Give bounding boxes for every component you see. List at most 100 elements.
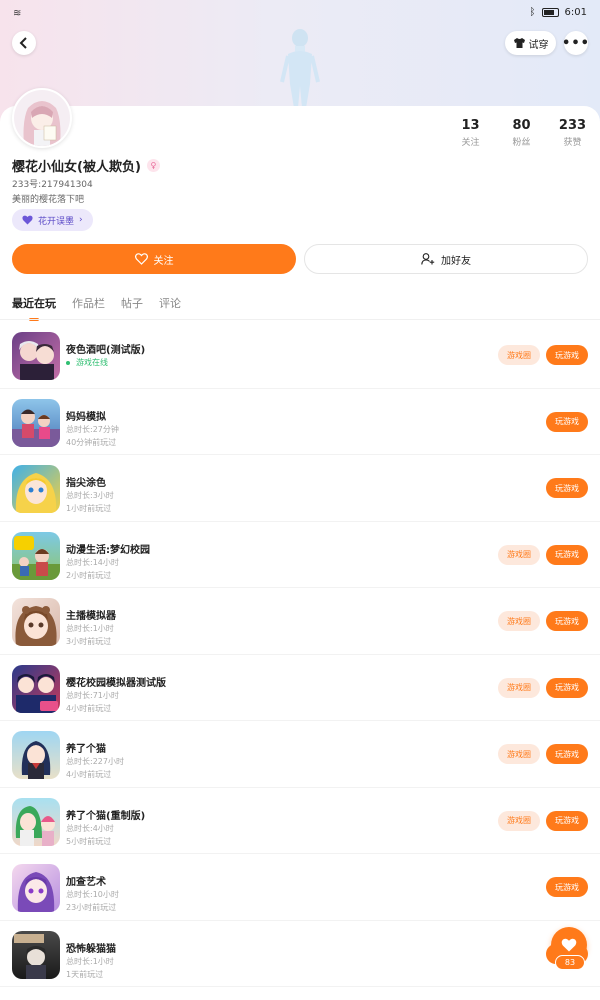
game-duration: 总时长:227小时 xyxy=(66,757,124,766)
profile-stats: 13 关注 80 粉丝 233 获赞 xyxy=(445,118,598,148)
tryon-button[interactable]: 试穿 xyxy=(505,31,556,55)
game-duration: 总时长:27分钟 xyxy=(66,424,119,434)
game-item[interactable]: 指尖涂色 总时长:3小时 1小时前玩过 玩游戏 xyxy=(0,455,600,522)
game-last-played: 3小时前玩过 xyxy=(66,637,112,646)
follow-button[interactable]: 关注 xyxy=(12,244,296,274)
play-game-button[interactable]: 玩游戏 xyxy=(546,478,588,498)
game-circle-button[interactable]: 游戏圈 xyxy=(498,744,540,764)
back-button[interactable] xyxy=(12,31,36,55)
stat-likes-label: 获赞 xyxy=(563,138,582,148)
game-name: 主播模拟器 xyxy=(66,611,116,622)
tabs-divider xyxy=(0,319,600,320)
game-name: 樱花校园模拟器测试版 xyxy=(66,677,166,689)
add-friend-button[interactable]: 加好友 xyxy=(304,244,588,274)
stat-following[interactable]: 13 关注 xyxy=(445,118,496,148)
chevron-right-icon: › xyxy=(79,215,83,225)
add-user-icon xyxy=(421,253,435,265)
game-circle-button[interactable]: 游戏圈 xyxy=(498,810,540,831)
game-icon xyxy=(12,731,60,779)
more-button[interactable]: ••• xyxy=(562,31,589,55)
honor-badge[interactable]: 花开误墨 › xyxy=(12,209,93,231)
like-count-badge: 83 xyxy=(555,955,585,970)
game-icon xyxy=(12,398,60,447)
game-icon-art xyxy=(16,673,58,713)
status-time: 6:01 xyxy=(564,7,587,18)
game-item[interactable]: 恐怖躲猫猫 总时长:1小时1天前玩过 玩游戏 xyxy=(0,921,600,987)
game-name: 加查艺术 xyxy=(66,877,106,888)
game-icon-art xyxy=(12,535,60,580)
game-icon-art xyxy=(15,805,55,846)
play-game-button[interactable]: 玩游戏 xyxy=(546,677,588,698)
play-game-button[interactable]: 玩游戏 xyxy=(546,544,588,565)
game-item[interactable]: 夜色酒吧(测试版) 游戏在线 游戏圈 玩游戏 xyxy=(0,322,600,389)
play-game-button[interactable]: 玩游戏 xyxy=(546,411,588,432)
game-duration: 总时长:1小时 xyxy=(66,624,114,633)
game-icon-art xyxy=(15,473,57,513)
game-icon-art xyxy=(21,741,51,779)
status-bar: ≋ ᛒ 6:01 xyxy=(0,0,600,28)
follow-heart-icon xyxy=(134,253,148,265)
game-icon xyxy=(12,332,60,380)
stat-fans[interactable]: 80 粉丝 xyxy=(496,118,547,148)
game-circle-button[interactable]: 游戏圈 xyxy=(498,544,540,565)
game-item[interactable]: 樱花校园模拟器测试版 总时长:71小时 4小时前玩过 游戏圈 玩游戏 xyxy=(0,655,600,721)
game-name: 恐怖躲猫猫 xyxy=(66,943,116,955)
play-game-button[interactable]: 玩游戏 xyxy=(546,877,588,897)
tab-comments[interactable]: 评论 xyxy=(159,295,181,321)
add-friend-label: 加好友 xyxy=(441,255,471,267)
game-item[interactable]: 主播模拟器 总时长:1小时 3小时前玩过 游戏圈 玩游戏 xyxy=(0,588,600,655)
tab-works[interactable]: 作品栏 xyxy=(72,295,105,321)
avatar[interactable] xyxy=(12,88,72,148)
game-icon-art xyxy=(12,409,60,447)
game-item[interactable]: 养了个猫(重制版) 总时长:4小时 5小时前玩过 游戏圈 玩游戏 xyxy=(0,788,600,854)
avatar-image xyxy=(14,90,70,146)
game-circle-button[interactable]: 游戏圈 xyxy=(498,677,540,698)
online-dot-icon xyxy=(66,360,70,365)
game-circle-button[interactable]: 游戏圈 xyxy=(498,345,540,365)
game-online-status: 游戏在线 xyxy=(66,358,108,367)
game-item[interactable]: 加查艺术 总时长:10小时 23小时前玩过 玩游戏 xyxy=(0,854,600,921)
game-item[interactable]: 养了个猫 总时长:227小时 4小时前玩过 游戏圈 玩游戏 xyxy=(0,721,600,788)
game-item[interactable]: 妈妈模拟 总时长:27分钟 40分钟前玩过 玩游戏 xyxy=(0,389,600,455)
dressup-figure-icon xyxy=(280,29,320,108)
game-name: 妈妈模拟 xyxy=(66,411,106,423)
female-icon: ♀ xyxy=(146,159,160,172)
chevron-left-icon xyxy=(19,37,27,49)
stat-fans-label: 粉丝 xyxy=(512,138,531,148)
bio: 美丽的樱花落下吧 xyxy=(12,195,85,205)
nickname: 樱花小仙女(被人欺负) xyxy=(12,160,141,175)
game-duration: 总时长:1小时 xyxy=(66,956,114,966)
game-last-played: 40分钟前玩过 xyxy=(66,437,117,447)
tryon-label: 试穿 xyxy=(528,39,549,51)
game-last-played: 4小时前玩过 xyxy=(66,703,112,713)
play-game-button[interactable]: 玩游戏 xyxy=(546,611,588,631)
game-icon-art xyxy=(17,872,55,912)
game-item[interactable]: 动漫生活:梦幻校园 总时长:14小时 2小时前玩过 游戏圈 玩游戏 xyxy=(0,522,600,588)
game-name: 夜色酒吧(测试版) xyxy=(66,345,146,356)
play-game-button[interactable]: 玩游戏 xyxy=(546,345,588,365)
wifi-icon: ≋ xyxy=(13,8,22,19)
game-icon xyxy=(12,531,60,580)
game-last-played: 1小时前玩过 xyxy=(66,504,112,513)
play-game-button[interactable]: 玩游戏 xyxy=(546,744,588,764)
game-last-played: 5小时前玩过 xyxy=(66,836,112,846)
game-icon xyxy=(12,797,60,846)
user-id: 233号:217941304 xyxy=(12,180,93,190)
game-last-played: 2小时前玩过 xyxy=(66,570,112,580)
stat-likes[interactable]: 233 获赞 xyxy=(547,118,598,148)
online-label: 游戏在线 xyxy=(76,358,108,367)
stat-following-count: 13 xyxy=(461,118,480,133)
game-icon xyxy=(12,598,60,646)
game-circle-button[interactable]: 游戏圈 xyxy=(498,611,540,631)
game-duration: 总时长:10小时 xyxy=(66,890,119,899)
bluetooth-icon: ᛒ xyxy=(529,7,536,18)
game-name: 养了个猫 xyxy=(66,744,106,755)
game-duration: 总时长:4小时 xyxy=(66,823,114,833)
stat-likes-count: 233 xyxy=(558,118,587,133)
honor-label: 花开误墨 xyxy=(38,216,75,227)
game-icon-art xyxy=(19,341,54,380)
tab-recent[interactable]: 最近在玩 xyxy=(12,295,56,321)
tab-posts[interactable]: 帖子 xyxy=(121,295,143,321)
play-game-button[interactable]: 玩游戏 xyxy=(546,810,588,831)
game-icon xyxy=(12,930,60,979)
